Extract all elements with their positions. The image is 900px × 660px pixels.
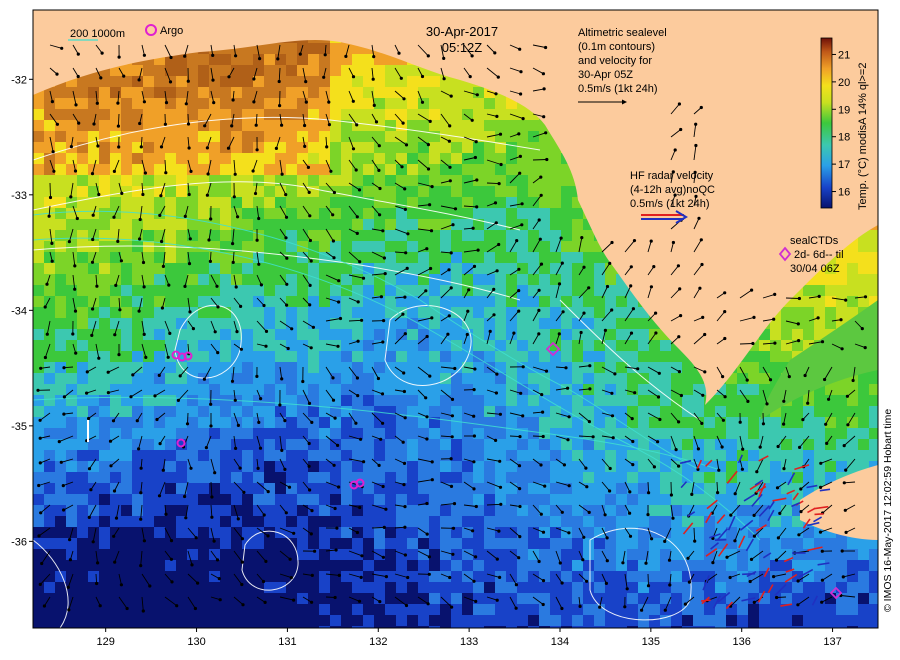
lat-tick-label: -32	[11, 74, 27, 86]
seal-label-2: 2d- 6d-- til	[794, 249, 844, 261]
colorbar-tick-label: 19	[838, 104, 850, 116]
lat-tick-label: -34	[11, 305, 27, 317]
colorbar-label: Temp. (°C) modisA 14% ql>=2	[857, 63, 869, 210]
lon-tick-label: 130	[187, 636, 205, 648]
lon-tick-label: 134	[551, 636, 569, 648]
colorbar-ramp	[820, 37, 833, 209]
map-date: 30-Apr-2017	[426, 24, 498, 39]
lat-tick-label: -35	[11, 421, 27, 433]
hf-label-1: HF radar velocity	[630, 170, 714, 182]
hf-label-2: (4-12h avg)noQC	[630, 184, 715, 196]
colorbar-tick-label: 16	[838, 187, 850, 199]
lon-tick-label: 133	[460, 636, 478, 648]
colorbar-tick-label: 21	[838, 49, 850, 61]
altimetry-scale-label: 0.5m/s (1kt 24h)	[578, 83, 657, 95]
sst-map-figure: 129 130 131 132 133 134 135 136 137 -32 -33 -34 -35…	[11, 9, 894, 648]
lon-tick-label: 137	[823, 636, 841, 648]
credit-text: © IMOS 16-May-2017 12:02:59 Hobart time	[882, 409, 894, 612]
altimetry-label-3: and velocity for	[578, 55, 652, 67]
lat-tick-label: -33	[11, 190, 27, 202]
argo-legend-label: Argo	[160, 25, 183, 37]
lon-tick-label: 132	[369, 636, 387, 648]
lat-tick-label: -36	[11, 536, 27, 548]
lon-tick-label: 129	[97, 636, 115, 648]
altimetry-label-2: (0.1m contours)	[578, 41, 655, 53]
hf-scale-label: 0.5m/s (1kt 24h)	[630, 198, 709, 210]
seal-label-1: sealCTDs	[790, 235, 839, 247]
map-time: 05:12Z	[442, 40, 483, 55]
longitude-axis: 129 130 131 132 133 134 135 136 137	[97, 628, 842, 648]
lon-tick-label: 131	[278, 636, 296, 648]
colorbar-tick-label: 20	[838, 77, 850, 89]
colorbar-tick-label: 17	[838, 159, 850, 171]
seal-label-3: 30/04 06Z	[790, 263, 840, 275]
latitude-axis: -32 -33 -34 -35 -36	[11, 74, 33, 548]
colorbar-tick-label: 18	[838, 132, 850, 144]
lon-tick-label: 136	[733, 636, 751, 648]
altimetry-label-4: 30-Apr 05Z	[578, 69, 633, 81]
altimetry-label-1: Altimetric sealevel	[578, 27, 667, 39]
isobath-legend-label: 200 1000m	[70, 28, 125, 40]
lon-tick-label: 135	[642, 636, 660, 648]
map-panel	[33, 10, 878, 628]
